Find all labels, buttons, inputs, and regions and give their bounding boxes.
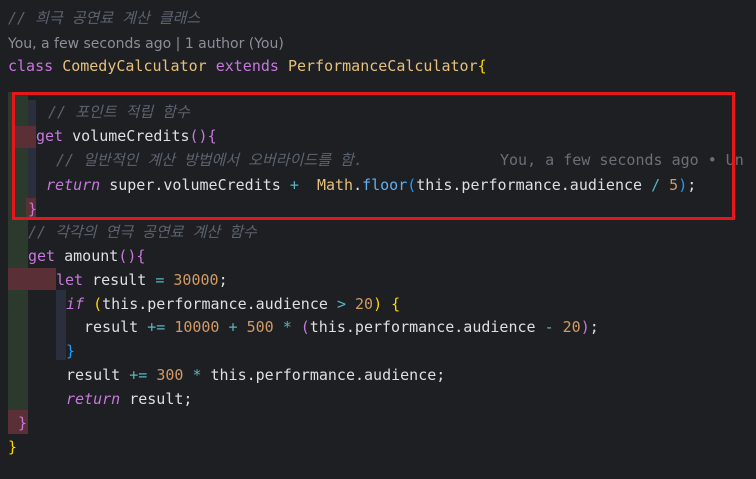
number-20: 20 [562, 318, 581, 336]
assign-operator: = [155, 271, 165, 289]
minus-operator: - [544, 318, 554, 336]
open-brace: { [136, 247, 146, 265]
get-keyword: get [28, 247, 56, 265]
audience-path: .performance.audience [138, 295, 328, 313]
audience-path: .performance.audience [246, 366, 437, 384]
indent-guide-if [56, 290, 66, 360]
add-assign-operator: += [147, 318, 166, 336]
if-statement: if (this.performance.audience > 20) { [66, 292, 400, 316]
semicolon: ; [436, 366, 446, 384]
open-brace: { [477, 57, 487, 75]
variable-result: result [66, 366, 121, 384]
close-paren: ) [373, 295, 383, 313]
number-300: 300 [156, 366, 184, 384]
number-10000: 10000 [174, 318, 220, 336]
open-paren: ( [300, 318, 310, 336]
audience-path: .performance.audience [345, 318, 536, 336]
return-keyword: return [66, 390, 121, 408]
close-brace-if: } [66, 342, 76, 360]
open-brace: { [391, 295, 401, 313]
parens: () [118, 247, 137, 265]
semicolon: ; [183, 390, 193, 408]
parent-class-name: PerformanceCalculator [287, 57, 478, 75]
highlight-annotation-box [12, 92, 735, 220]
result-add-line-2: result += 300 * this.performance.audienc… [66, 363, 445, 387]
class-keyword: class [8, 57, 54, 75]
open-paren: ( [93, 295, 103, 313]
add-assign-operator: += [129, 366, 148, 384]
amount-getter: get amount(){ [28, 244, 145, 268]
comment-class-description: // 희극 공연료 계산 클래스 [8, 9, 201, 27]
variable-result: result [129, 390, 184, 408]
git-blame-codelens[interactable]: You, a few seconds ago | 1 author (You) [8, 36, 284, 52]
number-500: 500 [246, 318, 274, 336]
method-name: amount [64, 247, 119, 265]
variable-result: result [92, 271, 147, 289]
semicolon: ; [218, 271, 228, 289]
let-keyword: let [56, 271, 84, 289]
let-result: let result = 30000; [56, 268, 228, 292]
close-paren: ) [580, 318, 590, 336]
number-30000: 30000 [173, 271, 219, 289]
comment-amount-function: // 각각의 연극 공연료 계산 함수 [28, 223, 257, 241]
extends-keyword: extends [215, 57, 279, 75]
multiply-operator: * [282, 318, 292, 336]
number-20: 20 [355, 295, 374, 313]
result-add-line-1: result += 10000 + 500 * (this.performanc… [84, 315, 599, 339]
gt-operator: > [336, 295, 346, 313]
semicolon: ; [589, 318, 599, 336]
this-keyword: this [309, 318, 346, 336]
multiply-operator: * [192, 366, 202, 384]
this-keyword: this [102, 295, 139, 313]
close-brace-amount: } [18, 414, 28, 432]
plus-operator: + [228, 318, 238, 336]
variable-result: result [84, 318, 139, 336]
class-name: ComedyCalculator [62, 57, 207, 75]
this-keyword: this [210, 366, 247, 384]
return-result: return result; [66, 387, 192, 411]
close-brace-class: } [8, 438, 18, 456]
if-keyword: if [66, 295, 85, 313]
gutter-change-marker [8, 268, 56, 290]
class-declaration: class ComedyCalculator extends Performan… [8, 54, 487, 78]
